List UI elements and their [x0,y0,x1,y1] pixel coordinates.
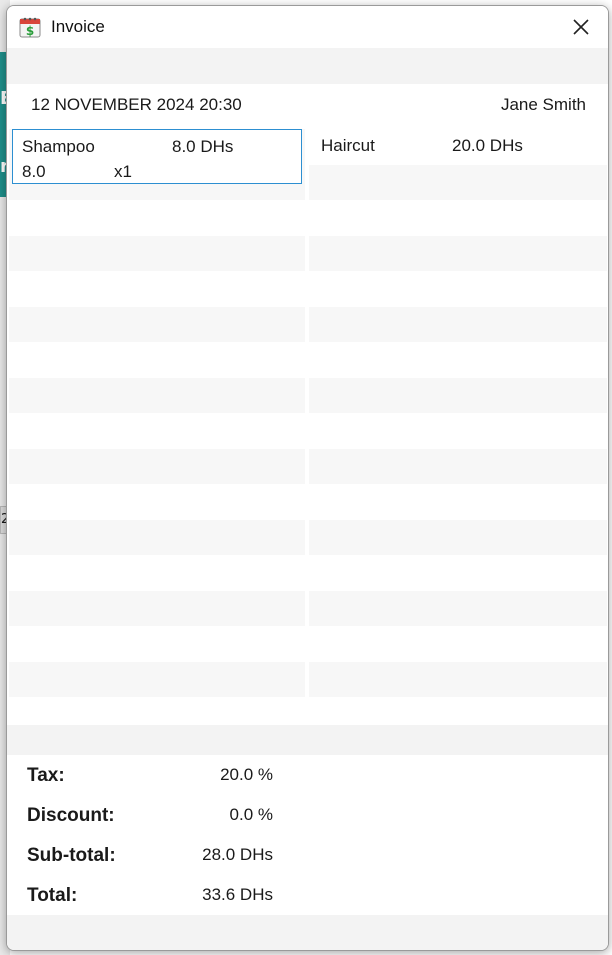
invoice-calendar-dollar-icon: $ [19,17,41,38]
services-list[interactable]: Haircut 20.0 DHs [309,129,607,733]
product-unit-price: 8.0 [22,162,46,181]
discount-value: 0.0 % [229,805,273,824]
subtotal-value: 28.0 DHs [202,845,273,864]
invoice-date: 12 NOVEMBER 2024 20:30 [31,95,242,114]
title-bar[interactable]: $ Invoice [7,6,608,48]
window-title: Invoice [51,17,105,36]
service-list-item[interactable]: Haircut 20.0 DHs [309,129,607,163]
totals-panel: Tax: 20.0 % Discount: 0.0 % Sub-total: 2… [7,755,608,915]
totals-separator [7,725,608,755]
invoice-window: $ Invoice 12 NOVEMBER 2024 20:30 Jane Sm… [6,5,609,951]
bottom-strip [7,915,608,950]
service-price: 20.0 DHs [452,136,523,155]
product-name: Shampoo [22,137,95,156]
product-list-item[interactable]: Shampoo 8.0 DHs 8.0 x1 [12,129,302,184]
tax-label: Tax: [27,765,65,786]
product-price: 8.0 DHs [172,137,234,156]
close-icon [572,19,589,35]
close-button[interactable] [553,6,608,48]
discount-label: Discount: [27,805,115,826]
customer-name: Jane Smith [500,95,586,114]
products-list[interactable]: Shampoo 8.0 DHs 8.0 x1 [9,129,305,733]
product-quantity: x1 [114,162,132,181]
service-name: Haircut [321,136,375,155]
total-value: 33.6 DHs [202,885,273,904]
tax-value: 20.0 % [220,765,273,784]
total-label: Total: [27,885,78,906]
header-strip [7,48,608,84]
subtotal-label: Sub-total: [27,845,116,866]
svg-text:$: $ [26,24,34,38]
